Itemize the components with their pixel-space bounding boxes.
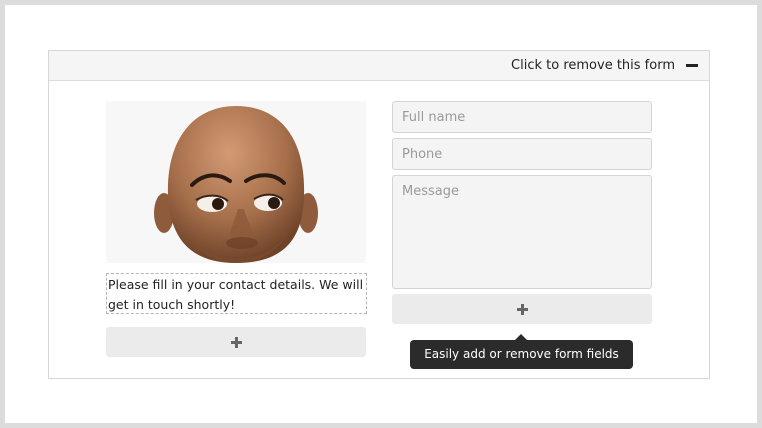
caption-text[interactable]: Please fill in your contact details. We … bbox=[106, 273, 367, 314]
page-canvas: Click to remove this form Please fill in… bbox=[5, 5, 757, 423]
message-field[interactable]: Message bbox=[392, 175, 652, 289]
full-name-placeholder: Full name bbox=[402, 110, 466, 125]
remove-form-label[interactable]: Click to remove this form bbox=[511, 51, 675, 80]
plus-icon bbox=[517, 304, 528, 315]
phone-field[interactable]: Phone bbox=[392, 138, 652, 170]
add-field-button[interactable] bbox=[392, 294, 652, 324]
tooltip: Easily add or remove form fields bbox=[410, 334, 633, 369]
contact-form-panel: Click to remove this form Please fill in… bbox=[48, 50, 710, 379]
add-element-button[interactable] bbox=[106, 327, 366, 357]
minus-icon[interactable] bbox=[685, 59, 699, 73]
full-name-field[interactable]: Full name bbox=[392, 101, 652, 133]
man-photo bbox=[106, 101, 366, 263]
plus-icon bbox=[231, 337, 242, 348]
man-photo-illustration bbox=[106, 101, 366, 263]
panel-header: Click to remove this form bbox=[49, 51, 709, 81]
phone-placeholder: Phone bbox=[402, 147, 443, 162]
message-placeholder: Message bbox=[402, 184, 459, 199]
